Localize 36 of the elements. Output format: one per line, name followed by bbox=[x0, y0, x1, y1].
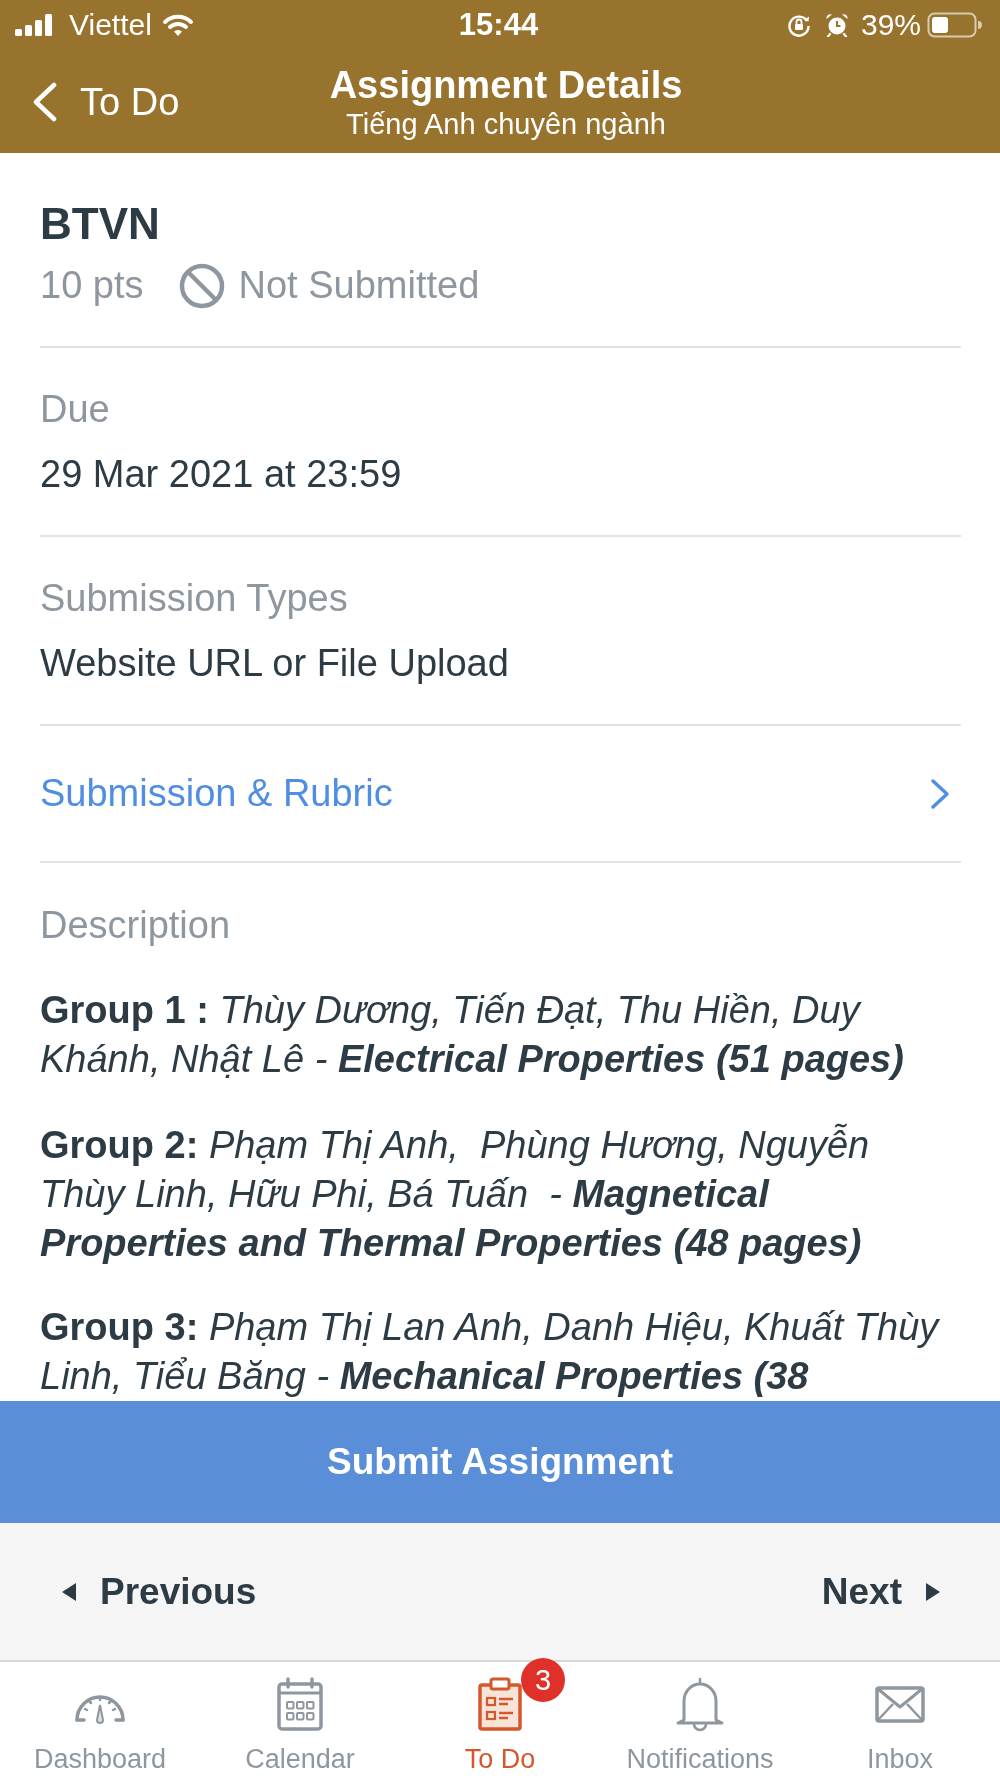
status-time: 15:44 bbox=[458, 8, 539, 42]
description-paragraph: Group 3: Phạm Thị Lan Anh, Danh Hiệu, Khuất Thùy Linh, Tiểu Băng - Mechanical Properties (38 bbox=[40, 1305, 941, 1399]
wifi-icon bbox=[161, 13, 194, 37]
field-value: 29 Mar 2021 at 23:59 bbox=[40, 452, 403, 497]
tab-item[interactable]: Notifications bbox=[600, 1662, 800, 1778]
caret-right-icon bbox=[926, 1582, 940, 1601]
tab-item[interactable]: Inbox bbox=[800, 1662, 1000, 1778]
signal-icon bbox=[15, 14, 53, 36]
description-paragraph: Group 2: Phạm Thị Anh, Phùng Hương, Nguyễn Thùy Linh, Hữu Phi, Bá Tuấn - Magnetical Properties and Thermal Properties (48 pages) bbox=[40, 1122, 871, 1266]
field-label: Submission Types bbox=[40, 576, 349, 621]
orientation-lock-icon bbox=[786, 13, 811, 37]
caret-left-icon bbox=[62, 1582, 76, 1601]
points-label: 10 pts bbox=[40, 263, 144, 308]
page-title: Assignment Details bbox=[329, 62, 683, 107]
tab-item[interactable]: Calendar bbox=[200, 1662, 400, 1778]
submit-assignment-button[interactable]: Submit Assignment bbox=[0, 1401, 1000, 1523]
alarm-clock-icon bbox=[824, 13, 849, 37]
field-value: Website URL or File Upload bbox=[40, 641, 510, 686]
description-paragraph: Group 1 : Thùy Dương, Tiến Đạt, Thu Hiền, Duy Khánh, Nhật Lê - Electrical Properties (51 pages) bbox=[40, 988, 905, 1082]
back-button[interactable]: To Do bbox=[32, 79, 180, 124]
next-button[interactable]: Next bbox=[821, 1569, 940, 1614]
course-subtitle: Tiếng Anh chuyên ngành bbox=[346, 106, 666, 141]
prohibited-icon bbox=[178, 262, 225, 309]
chevron-right-icon bbox=[930, 777, 950, 810]
section-label: Description bbox=[40, 903, 232, 948]
tab-item[interactable]: Dashboard bbox=[0, 1662, 200, 1778]
chevron-left-icon bbox=[32, 81, 58, 122]
submission-rubric-link[interactable]: Submission & Rubric bbox=[40, 770, 961, 817]
submission-status: Not Submitted bbox=[238, 263, 480, 308]
assignment-title: BTVN bbox=[40, 198, 161, 250]
count-badge: 3 bbox=[521, 1658, 565, 1702]
battery-percent: 39% bbox=[860, 8, 921, 42]
battery-icon bbox=[927, 12, 982, 38]
previous-button[interactable]: Previous bbox=[62, 1569, 257, 1614]
carrier-name: Viettel bbox=[69, 8, 152, 42]
field-label: Due bbox=[40, 387, 111, 432]
